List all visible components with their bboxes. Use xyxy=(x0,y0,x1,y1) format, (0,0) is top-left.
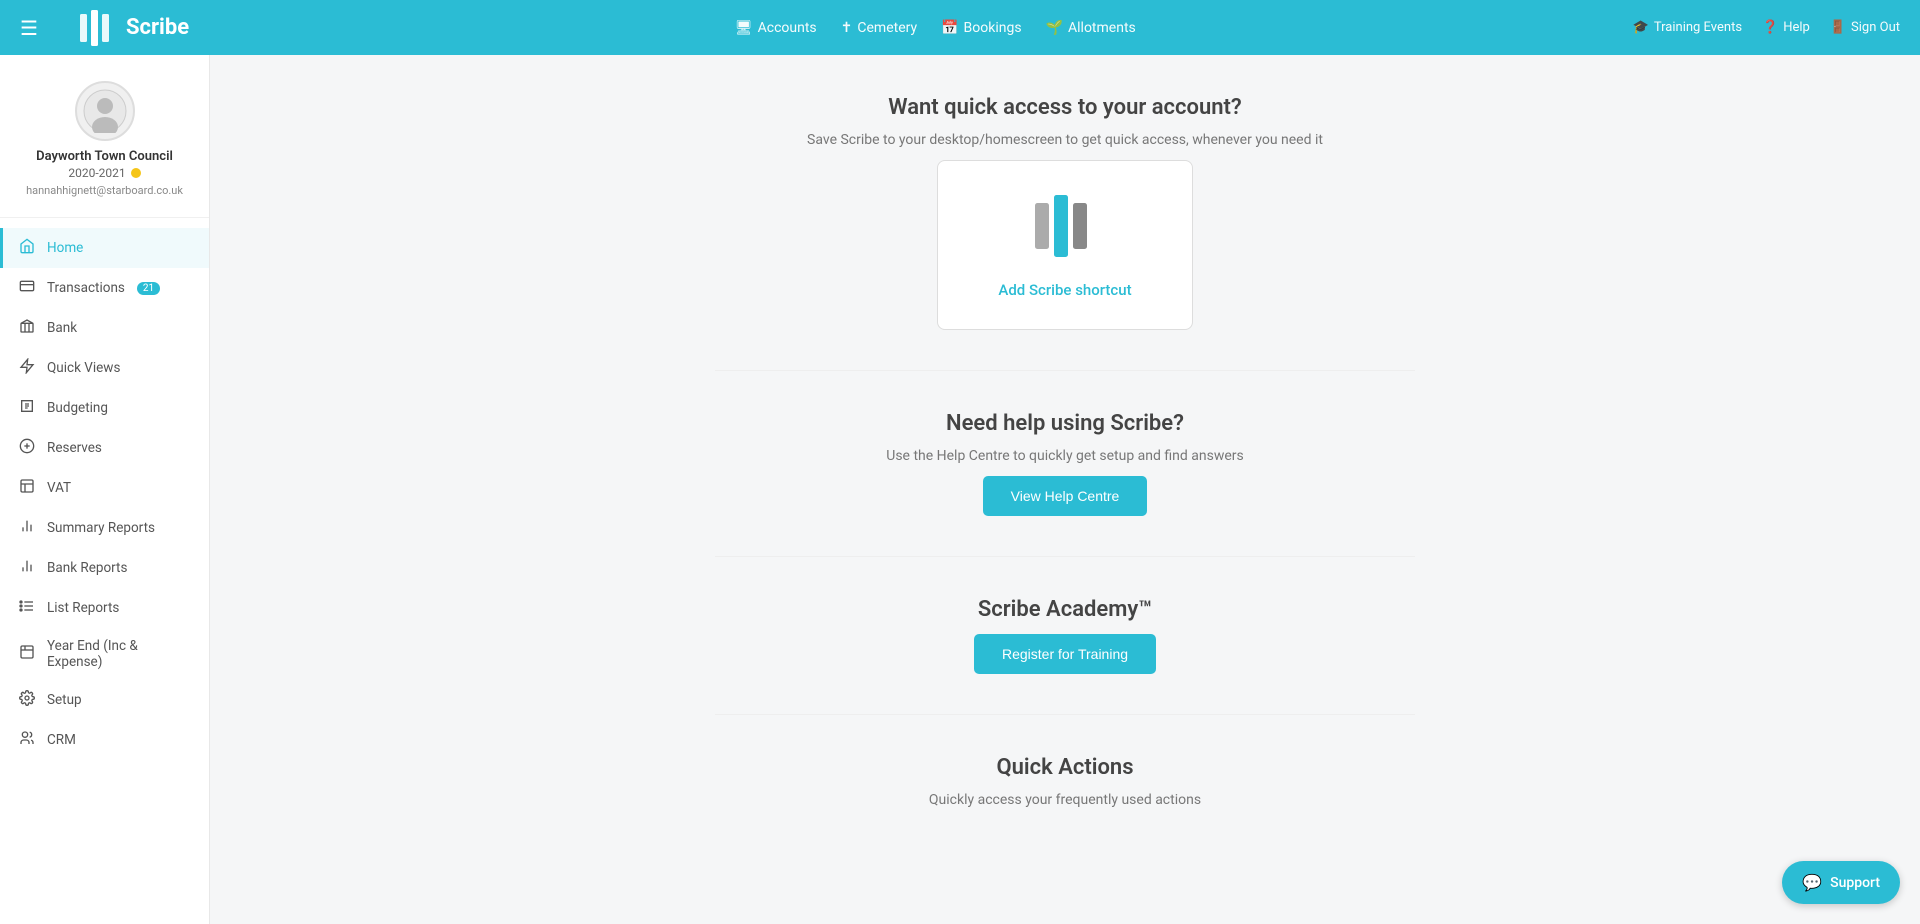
bankreports-icon xyxy=(19,558,37,578)
quick-access-subtitle: Save Scribe to your desktop/homescreen t… xyxy=(807,132,1323,148)
help-section: Need help using Scribe? Use the Help Cen… xyxy=(715,411,1415,516)
help-title: Need help using Scribe? xyxy=(946,411,1184,436)
cemetery-icon: ✝ xyxy=(841,20,853,36)
listreports-icon xyxy=(19,598,37,618)
nav-help[interactable]: ❓ Help xyxy=(1762,20,1810,35)
transactions-icon xyxy=(19,278,37,298)
quick-actions-section: Quick Actions Quickly access your freque… xyxy=(715,755,1415,808)
user-email: hannahhignett@starboard.co.uk xyxy=(26,184,183,197)
sidebar-item-reserves[interactable]: Reserves xyxy=(0,428,209,468)
main-content: Want quick access to your account? Save … xyxy=(210,55,1920,924)
sidebar-nav: Home Transactions 21 Bank xyxy=(0,218,209,924)
register-training-button[interactable]: Register for Training xyxy=(974,634,1156,674)
sidebar-item-home[interactable]: Home xyxy=(0,228,209,268)
crm-icon xyxy=(19,730,37,750)
sidebar-item-list-reports[interactable]: List Reports xyxy=(0,588,209,628)
budgeting-icon xyxy=(19,398,37,418)
nav-accounts[interactable]: 🖥 Accounts xyxy=(735,20,817,36)
sidebar-item-bank[interactable]: Bank xyxy=(0,308,209,348)
help-subtitle: Use the Help Centre to quickly get setup… xyxy=(886,448,1243,464)
sidebar-item-quickviews[interactable]: Quick Views xyxy=(0,348,209,388)
avatar-svg xyxy=(83,89,127,133)
sidebar-item-year-end[interactable]: Year End (Inc & Expense) xyxy=(0,628,209,680)
main-layout: Dayworth Town Council 2020-2021 hannahhi… xyxy=(0,55,1920,924)
setup-icon xyxy=(19,690,37,710)
divider-3 xyxy=(715,714,1415,715)
nav-cemetery[interactable]: ✝ Cemetery xyxy=(841,20,917,36)
topnav-right-links: 🎓 Training Events ❓ Help 🚪 Sign Out xyxy=(1633,20,1900,35)
quick-actions-title: Quick Actions xyxy=(996,755,1133,780)
add-shortcut-card[interactable]: Add Scribe shortcut xyxy=(937,160,1192,330)
bank-icon xyxy=(19,318,37,338)
brand-logo[interactable]: Scribe xyxy=(78,10,238,46)
support-button[interactable]: 💬 Support xyxy=(1782,861,1900,904)
year-dot xyxy=(131,168,141,178)
sidebar-item-budgeting[interactable]: Budgeting xyxy=(0,388,209,428)
summaryreports-icon xyxy=(19,518,37,538)
yearend-icon xyxy=(19,644,37,664)
academy-title: Scribe Academy™ xyxy=(978,597,1152,622)
quickviews-icon xyxy=(19,358,37,378)
sidebar-item-crm[interactable]: CRM xyxy=(0,720,209,760)
vat-icon xyxy=(19,478,37,498)
scribe-logo-icon xyxy=(78,10,118,46)
hamburger-menu[interactable]: ☰ xyxy=(20,16,38,40)
sidebar-item-summary-reports[interactable]: Summary Reports xyxy=(0,508,209,548)
nav-bookings[interactable]: 📅 Bookings xyxy=(941,20,1021,36)
transactions-badge: 21 xyxy=(137,282,160,295)
home-icon xyxy=(19,238,37,258)
divider-1 xyxy=(715,370,1415,371)
reserves-icon xyxy=(19,438,37,458)
topnav: ☰ Scribe 🖥 Accounts ✝ Cemetery 📅 Booking… xyxy=(0,0,1920,55)
sidebar: Dayworth Town Council 2020-2021 hannahhi… xyxy=(0,55,210,924)
avatar xyxy=(75,81,135,141)
quick-access-section: Want quick access to your account? Save … xyxy=(715,95,1415,330)
org-year: 2020-2021 xyxy=(68,166,140,180)
divider-2 xyxy=(715,556,1415,557)
bookings-icon: 📅 xyxy=(941,20,958,36)
nav-training-events[interactable]: 🎓 Training Events xyxy=(1633,20,1742,35)
nav-allotments[interactable]: 🌱 Allotments xyxy=(1046,20,1136,36)
sidebar-item-transactions[interactable]: Transactions 21 xyxy=(0,268,209,308)
nav-signout[interactable]: 🚪 Sign Out xyxy=(1830,20,1900,35)
signout-icon: 🚪 xyxy=(1830,20,1846,35)
support-icon: 💬 xyxy=(1802,873,1822,892)
help-icon: ❓ xyxy=(1762,20,1778,35)
scribe-shortcut-icon xyxy=(1030,191,1100,265)
academy-section: Scribe Academy™ Register for Training xyxy=(715,597,1415,674)
topnav-center-links: 🖥 Accounts ✝ Cemetery 📅 Bookings 🌱 Allot… xyxy=(268,20,1603,36)
org-name: Dayworth Town Council xyxy=(36,149,173,164)
avatar-image xyxy=(77,83,133,139)
sidebar-item-setup[interactable]: Setup xyxy=(0,680,209,720)
quick-access-title: Want quick access to your account? xyxy=(888,95,1242,120)
sidebar-item-bank-reports[interactable]: Bank Reports xyxy=(0,548,209,588)
view-help-centre-button[interactable]: View Help Centre xyxy=(983,476,1148,516)
training-icon: 🎓 xyxy=(1633,20,1649,35)
quick-actions-subtitle: Quickly access your frequently used acti… xyxy=(929,792,1201,808)
allotments-icon: 🌱 xyxy=(1046,20,1063,36)
accounts-icon: 🖥 xyxy=(735,20,753,36)
brand-label: Scribe xyxy=(126,15,189,40)
sidebar-item-vat[interactable]: VAT xyxy=(0,468,209,508)
sidebar-profile: Dayworth Town Council 2020-2021 hannahhi… xyxy=(0,65,209,218)
shortcut-label: Add Scribe shortcut xyxy=(998,281,1131,299)
